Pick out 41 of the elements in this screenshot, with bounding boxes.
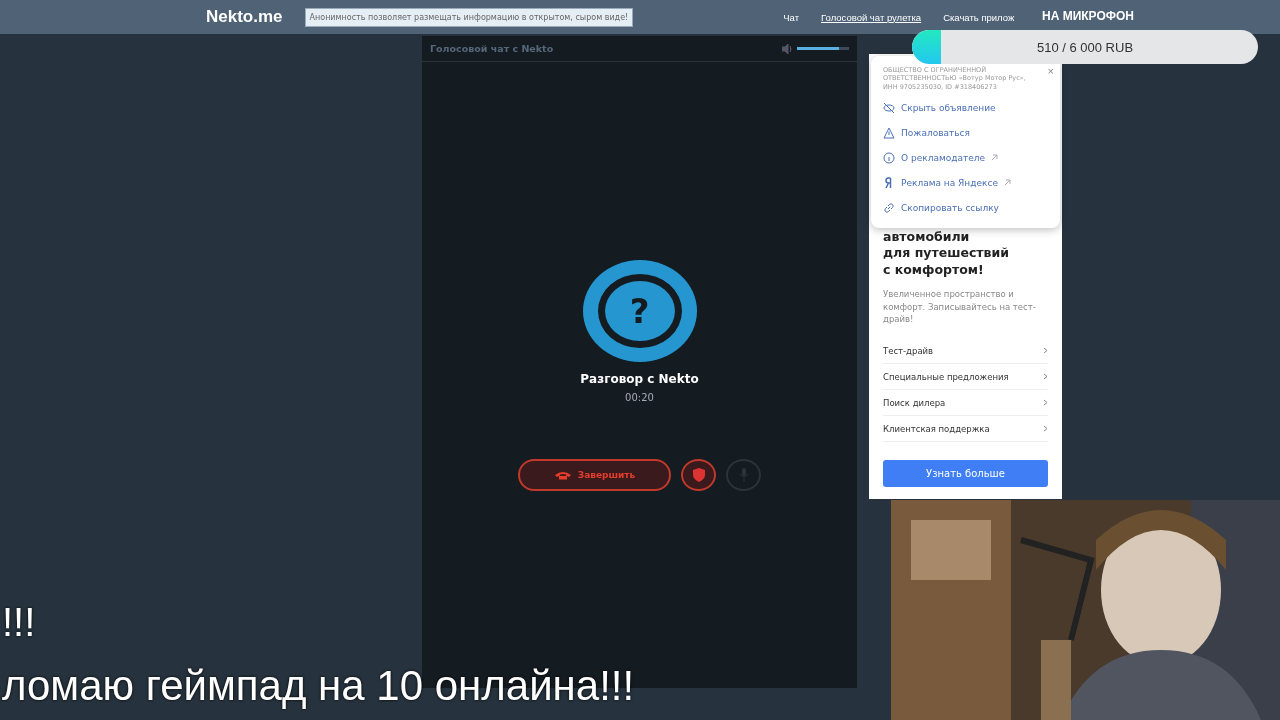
info-icon <box>883 151 895 164</box>
nav-link[interactable]: Чат <box>783 11 800 23</box>
goal-reading: 510 / 6 000 RUB <box>1036 39 1134 55</box>
nav-link[interactable]: Скачать прилож <box>943 11 1015 23</box>
ad-text: Увеличенное пространство и комфорт. Записывайтесь на тест-драйв! <box>883 287 1037 326</box>
close-button[interactable]: × <box>1047 66 1054 77</box>
chevron-icon <box>1043 425 1048 432</box>
link-icon <box>883 201 895 214</box>
phone-icon <box>553 470 572 480</box>
goal-title: НА МИКРОФОН <box>1042 9 1135 23</box>
menu-item[interactable]: О рекламодателе <box>883 145 1048 171</box>
shield-icon <box>692 468 705 482</box>
volume-slider[interactable] <box>797 47 849 50</box>
speaker-icon <box>782 43 793 54</box>
end-call-button[interactable]: Завершить <box>518 459 671 491</box>
warning-icon <box>883 126 895 139</box>
hidden-eye-icon <box>883 101 895 114</box>
ad-link[interactable]: Тест-драйв <box>883 338 1048 364</box>
caption-text: ломаю геймпад на 10 онлайна!!! <box>2 662 635 710</box>
call-timer: 00:20 <box>625 392 654 403</box>
menu-item[interactable]: Скопировать ссылку <box>883 195 1048 221</box>
chevron-icon <box>1043 373 1048 380</box>
menu-item[interactable]: Скрыть объявление <box>883 95 1048 121</box>
chevron-icon <box>1043 399 1048 406</box>
caption-text: !!! <box>2 600 36 645</box>
ad-headline: автомобили для путешествий с комфортом! <box>883 229 1010 278</box>
menu-item[interactable]: Реклама на Яндексе <box>883 170 1048 196</box>
learn-more-button[interactable]: Узнать больше <box>883 460 1048 487</box>
ad-link[interactable]: Поиск дилера <box>883 390 1048 416</box>
ad-link[interactable]: Клиентская поддержка <box>883 416 1048 442</box>
notice-banner: Анонимность позволяет размещать информацию в открытом, сыром виде! <box>304 7 634 27</box>
peer-name: Разговор с Nekto <box>580 372 699 386</box>
panel-title: Голосовой чат с Nekto <box>430 43 554 54</box>
ad-link[interactable]: Специальные предложения <box>883 364 1048 390</box>
microphone-icon <box>738 468 749 482</box>
chevron-icon <box>1043 347 1048 354</box>
report-button[interactable] <box>681 459 716 491</box>
menu-item[interactable]: Пожаловаться <box>883 120 1048 146</box>
avatar: ? <box>582 260 697 362</box>
site-logo[interactable]: Nekto.me <box>206 7 283 27</box>
nav-link[interactable]: Голосовой чат рулетка <box>821 11 922 23</box>
